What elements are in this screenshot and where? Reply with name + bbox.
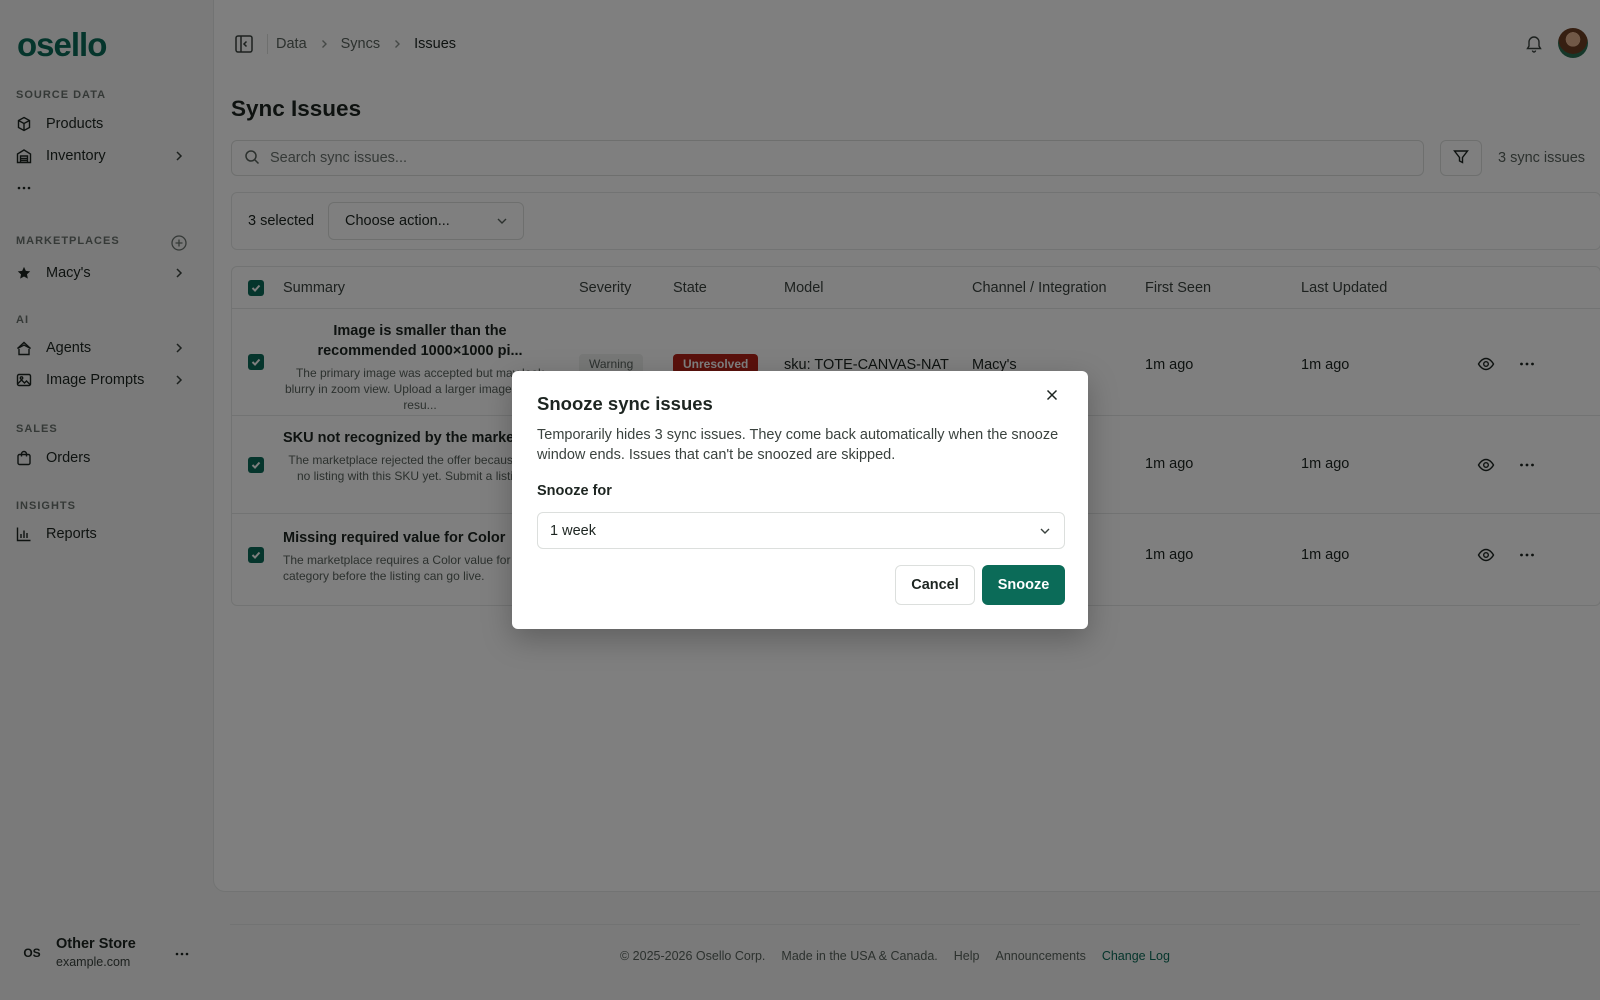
close-icon[interactable]	[1044, 387, 1060, 403]
dialog-title: Snooze sync issues	[537, 393, 713, 414]
snooze-button[interactable]: Snooze	[982, 565, 1065, 605]
snooze-dialog: Snooze sync issues Temporarily hides 3 s…	[512, 371, 1088, 629]
snooze-for-label: Snooze for	[537, 483, 612, 499]
cancel-button[interactable]: Cancel	[895, 565, 975, 605]
chevron-down-icon	[1038, 524, 1052, 542]
dialog-description: Temporarily hides 3 sync issues. They co…	[537, 427, 1059, 463]
snooze-duration-value: 1 week	[550, 522, 596, 539]
snooze-duration-select[interactable]: 1 week	[537, 512, 1065, 549]
